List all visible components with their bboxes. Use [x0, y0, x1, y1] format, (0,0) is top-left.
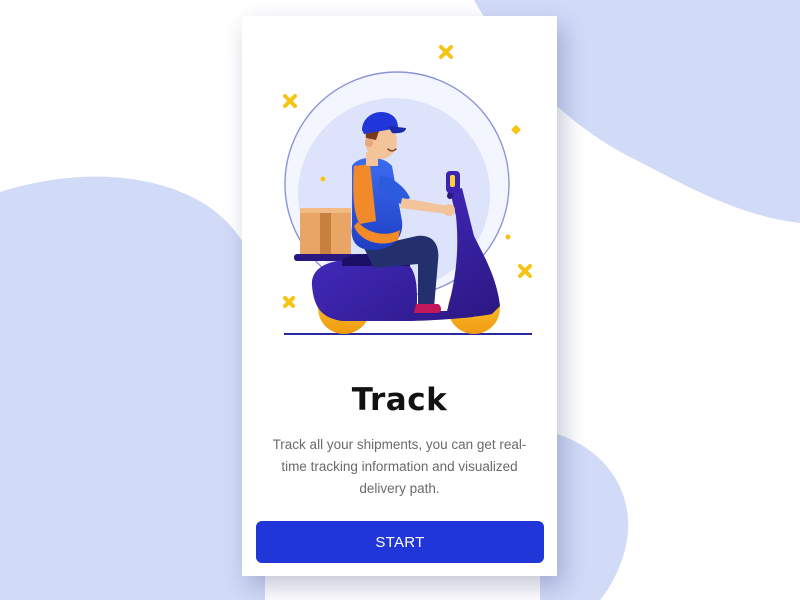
rider-ear	[365, 139, 373, 147]
page-title: Track	[351, 382, 448, 418]
sparkle-dot-icon	[320, 176, 326, 182]
phone-screen: Track Track all your shipments, you can …	[242, 16, 557, 576]
bottom-left-blob	[0, 176, 265, 600]
scooter-headlight-glow	[450, 175, 455, 187]
rider-shoe	[414, 304, 441, 313]
sparkle-dot-icon	[505, 234, 511, 240]
sparkle-dot-icon	[511, 124, 521, 135]
page-description: Track all your shipments, you can get re…	[272, 437, 527, 496]
parcel-box-icon	[300, 208, 351, 254]
start-button[interactable]: START	[256, 521, 544, 563]
delivery-illustration	[283, 45, 532, 335]
rider-hand	[443, 204, 455, 216]
